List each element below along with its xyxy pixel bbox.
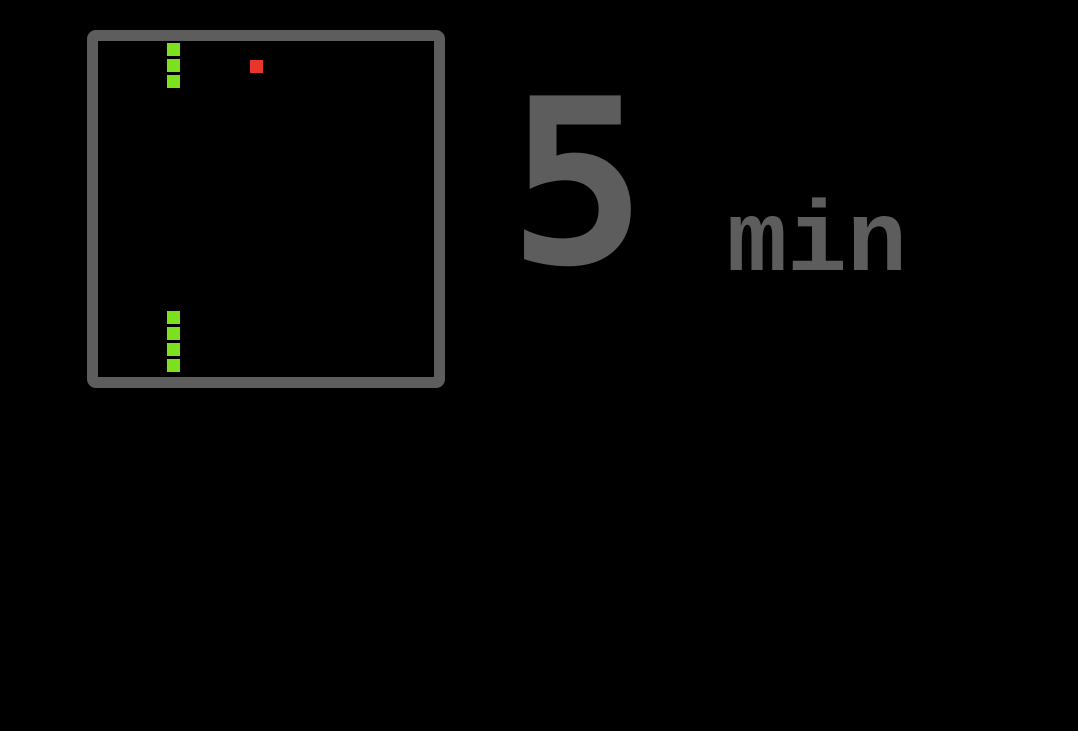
- snake-segment: [166, 326, 181, 341]
- snake-segment: [166, 42, 181, 57]
- snake-segment: [166, 310, 181, 325]
- snake-segment: [166, 342, 181, 357]
- timer-unit: min: [727, 188, 908, 301]
- game-screen: 5 min: [0, 0, 1078, 731]
- timer-value: 5: [508, 51, 647, 318]
- snake-segment: [166, 358, 181, 373]
- game-board: [87, 30, 445, 388]
- food-item: [249, 59, 264, 74]
- snake-segment: [166, 58, 181, 73]
- snake-segment: [166, 74, 181, 89]
